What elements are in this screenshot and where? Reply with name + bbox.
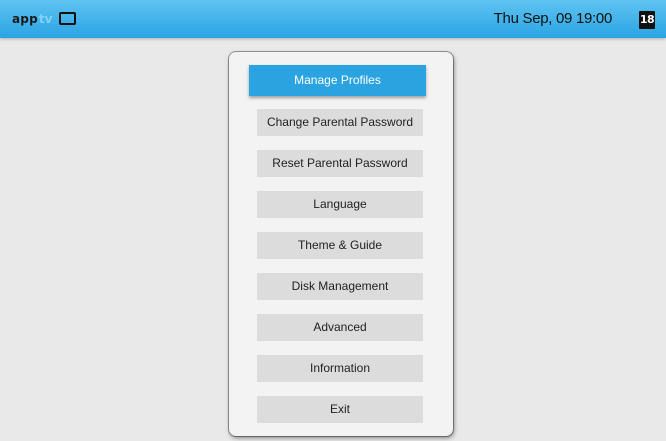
- clock: Thu Sep, 09 19:00: [493, 10, 613, 27]
- menu-item-advanced[interactable]: Advanced: [257, 314, 423, 341]
- menu-item-language[interactable]: Language: [257, 191, 423, 218]
- tv-icon: [59, 12, 76, 25]
- logo-accent: tv: [38, 12, 53, 26]
- menu-item-disk-management[interactable]: Disk Management: [257, 273, 423, 300]
- menu-item-theme-guide[interactable]: Theme & Guide: [257, 232, 423, 259]
- menu-item-exit[interactable]: Exit: [257, 396, 423, 423]
- app-logo: app tv: [12, 11, 76, 27]
- logo-text: app: [12, 12, 38, 26]
- menu-item-manage-profiles[interactable]: Manage Profiles: [249, 65, 426, 96]
- age-rating-badge: 18: [639, 11, 655, 29]
- menu-item-information[interactable]: Information: [257, 355, 423, 382]
- settings-menu: Manage Profiles Change Parental Password…: [229, 52, 453, 436]
- menu-item-reset-parental-password[interactable]: Reset Parental Password: [257, 150, 423, 177]
- menu-item-change-parental-password[interactable]: Change Parental Password: [257, 109, 423, 136]
- top-bar: app tv Thu Sep, 09 19:00 18: [0, 0, 666, 38]
